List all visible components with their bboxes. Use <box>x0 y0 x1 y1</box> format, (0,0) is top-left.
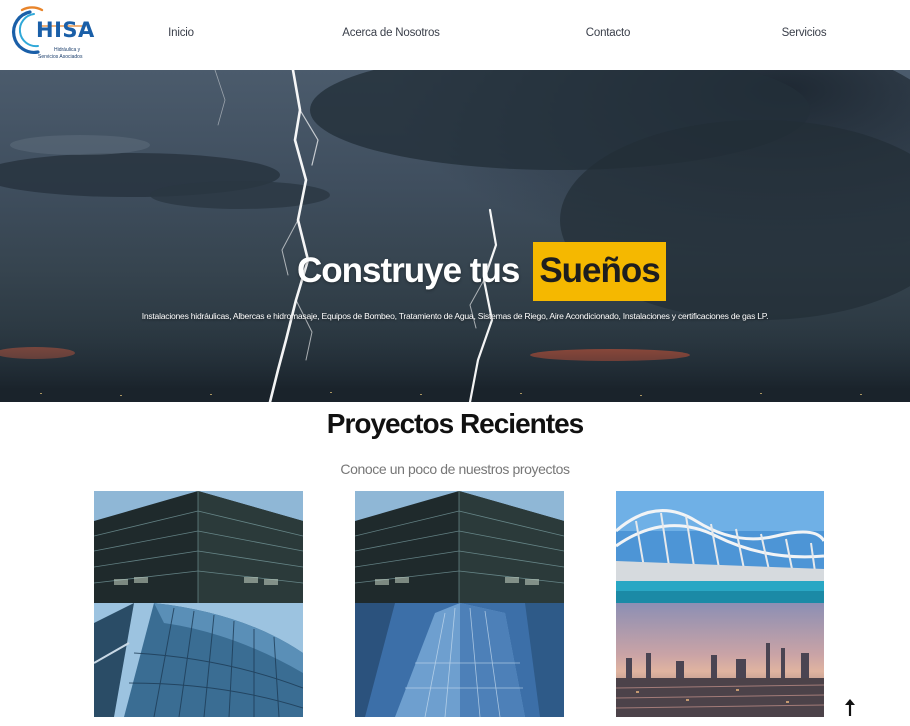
city-harbor-dusk-image <box>616 603 824 717</box>
storm-sky-image <box>0 70 910 402</box>
project-tile-3[interactable] <box>616 491 824 603</box>
logo-tagline-1: Hidráulica y <box>54 47 81 53</box>
hero-title-text: Construye tus <box>297 251 520 290</box>
project-tile-1[interactable] <box>94 491 303 603</box>
hero-banner: Construye tus Sueños Instalaciones hidrá… <box>0 70 910 402</box>
navbar: HISA Hidráulica y Servicios Asociados In… <box>0 0 910 70</box>
project-tile-4[interactable] <box>94 603 303 717</box>
hero-title-highlight: Sueños <box>533 241 666 301</box>
project-tile-2[interactable] <box>355 491 564 603</box>
hisa-logo[interactable]: HISA Hidráulica y Servicios Asociados <box>8 6 94 64</box>
logo-wordmark: HISA <box>36 18 95 42</box>
arrow-up-icon <box>845 699 855 716</box>
logo-tagline-2: Servicios Asociados <box>38 54 83 60</box>
skyscraper-upward-image <box>94 491 303 603</box>
projects-heading: Proyectos Recientes <box>326 408 584 439</box>
nav-link-inicio[interactable]: Inicio <box>168 27 194 39</box>
hero-title: Construye tus Sueños <box>297 240 666 302</box>
project-tile-5[interactable] <box>355 603 564 717</box>
project-tile-6[interactable] <box>616 603 824 717</box>
projects-subheading: Conoce un poco de nuestros proyectos <box>340 461 570 477</box>
skyscraper-upward-image <box>355 491 564 603</box>
nav-link-acerca[interactable]: Acerca de Nosotros <box>342 27 440 39</box>
scroll-top-button[interactable] <box>843 699 857 717</box>
nav-link-contacto[interactable]: Contacto <box>586 27 631 39</box>
white-arched-building-image <box>616 491 824 603</box>
glass-tower-image <box>355 603 564 717</box>
glass-curved-building-image <box>94 603 303 717</box>
hero-subtitle: Instalaciones hidráulicas, Albercas e hi… <box>141 311 769 321</box>
nav-link-servicios[interactable]: Servicios <box>782 27 827 39</box>
